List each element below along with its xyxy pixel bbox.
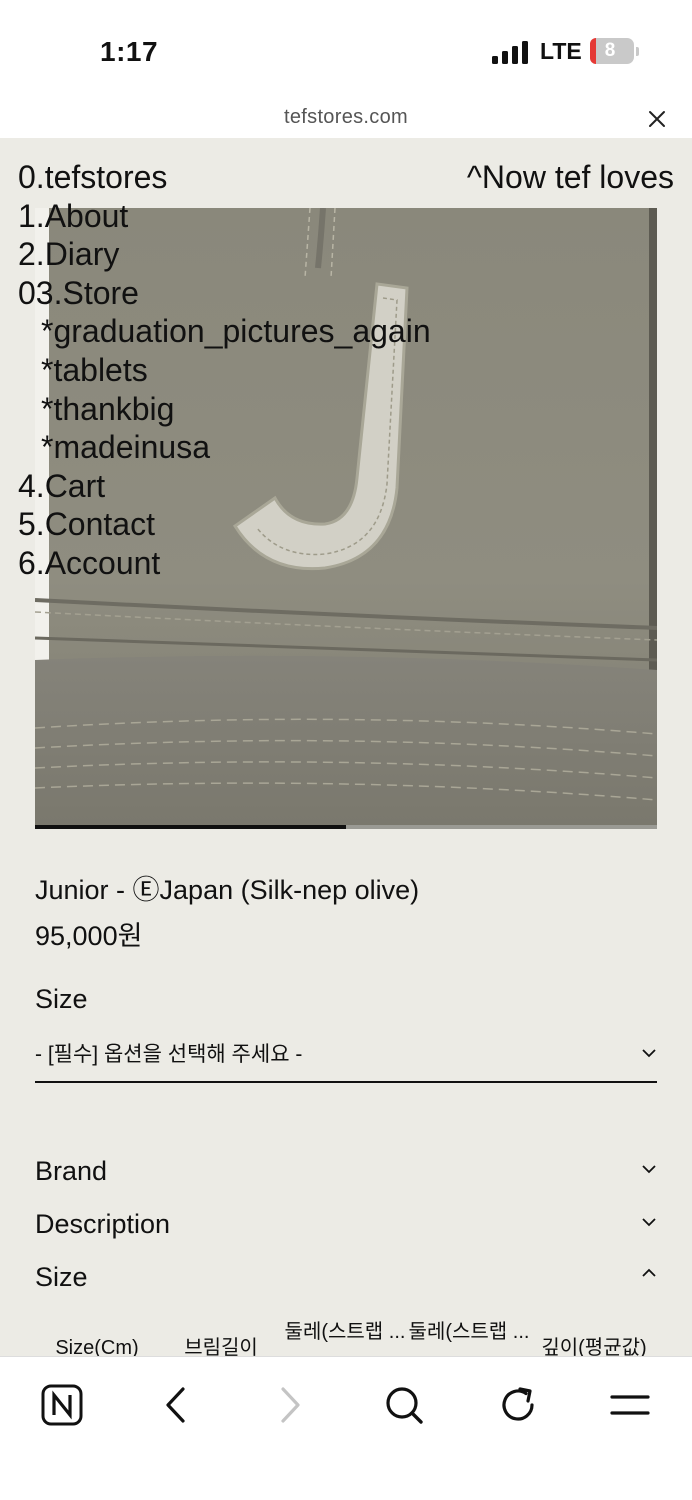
url-text[interactable]: tefstores.com	[0, 106, 692, 129]
site-menu: 0.tefstores 1.About 2.Diary 03.Store *gradua…	[18, 158, 431, 583]
status-time: 1:17	[100, 36, 159, 67]
menu-icon[interactable]	[604, 1379, 656, 1431]
product-title: Junior - ⒺJapan (Silk-nep olive)	[35, 875, 420, 905]
size-table-header: 둘레(스트랩 ...	[408, 1321, 530, 1343]
size-option-label: Size	[35, 984, 88, 1014]
size-table-header: 둘레(스트랩 ...	[284, 1321, 406, 1343]
accordion-description-label: Description	[35, 1209, 171, 1239]
accordion-size[interactable]: Size	[35, 1262, 657, 1302]
size-select[interactable]: - [필수] 옵션을 선택해 주세요 -	[35, 1034, 657, 1083]
browser-toolbar	[0, 1356, 692, 1500]
menu-item[interactable]: 6.Account	[18, 544, 431, 583]
battery-nub	[636, 47, 639, 56]
menu-sub-item[interactable]: *thankbig	[18, 390, 431, 429]
menu-sub-item[interactable]: *graduation_pictures_again	[18, 312, 431, 351]
naver-home-icon[interactable]	[36, 1379, 88, 1431]
menu-item[interactable]: 03.Store	[18, 274, 431, 313]
size-select-value: - [필수] 옵션을 선택해 주세요 -	[35, 1043, 303, 1066]
menu-sub-item[interactable]: *madeinusa	[18, 428, 431, 467]
size-table-header: 깊이(평균값)	[541, 1337, 647, 1356]
battery-level-text: 8	[604, 40, 616, 61]
menu-item[interactable]: 4.Cart	[18, 467, 431, 506]
now-tef-loves-link[interactable]: ^Now tef loves	[467, 158, 674, 197]
chevron-down-icon	[641, 1215, 661, 1227]
search-icon[interactable]	[378, 1379, 430, 1431]
url-bar[interactable]: tefstores.com	[0, 100, 692, 138]
status-bar: 1:17 LTE 8	[0, 0, 692, 100]
network-type: LTE	[540, 38, 582, 64]
menu-item[interactable]: 1.About	[18, 197, 431, 236]
menu-sub-item[interactable]: *tablets	[18, 351, 431, 390]
accordion-brand[interactable]: Brand	[35, 1156, 657, 1196]
size-table-header: Size(Cm)	[55, 1337, 139, 1356]
reload-icon[interactable]	[492, 1379, 544, 1431]
page-content: 0.tefstores 1.About 2.Diary 03.Store *gradua…	[0, 138, 692, 1356]
signal-icon	[492, 40, 530, 64]
accordion-brand-label: Brand	[35, 1156, 108, 1186]
battery-icon: 8	[590, 38, 634, 64]
size-table-header: 브림길이	[184, 1337, 258, 1356]
image-slider-progress	[35, 825, 346, 829]
back-icon[interactable]	[150, 1379, 202, 1431]
product-price: 95,000원	[35, 921, 143, 951]
accordion-size-label: Size	[35, 1262, 88, 1292]
menu-item[interactable]: 5.Contact	[18, 505, 431, 544]
accordion-description[interactable]: Description	[35, 1209, 657, 1249]
close-icon[interactable]	[644, 106, 670, 132]
image-slider-track[interactable]	[35, 825, 657, 829]
chevron-down-icon	[641, 1162, 661, 1174]
forward-icon[interactable]	[264, 1379, 316, 1431]
menu-item[interactable]: 2.Diary	[18, 235, 431, 274]
menu-item[interactable]: 0.tefstores	[18, 158, 431, 197]
chevron-down-icon	[641, 1046, 661, 1058]
chevron-up-icon	[641, 1266, 661, 1278]
size-table: Size(Cm) 브림길이 둘레(스트랩 ... 둘레(스트랩 ... 깊이(평…	[35, 1316, 657, 1356]
